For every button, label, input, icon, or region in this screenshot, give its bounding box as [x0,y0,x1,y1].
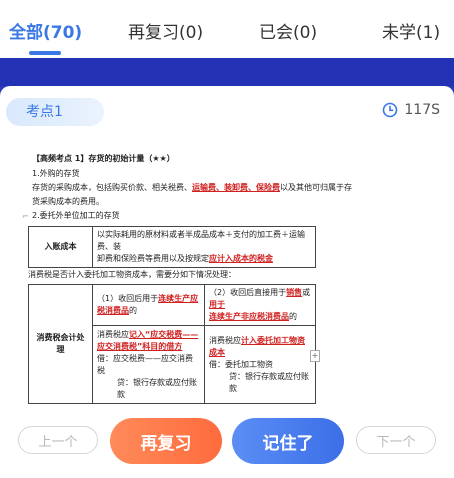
consumption-tax-table: 消费税会计处理 （1）收回后用于连续生产应 税消费品的 （2）收回后直接用于销售… [28,284,316,404]
table-cell: 消费税应计入委托加工物资成本 借：委托加工物资 贷：银行存款或应付账款 [204,325,316,404]
note-line: 2.委托外单位加工的存货 [32,211,120,220]
table-cell: （1）收回后用于连续生产应 税消费品的 [92,284,205,326]
active-tab-indicator [29,51,61,55]
note-line: 存货的采购成本，包括购买价款、相关税费、运输费、装卸费、保险费以及其他可归属于存 [32,183,352,192]
note-line: 货采购成本的费用。 [32,197,104,206]
timer-value: 117S [404,102,440,118]
tab-review-again[interactable]: 再复习(0) [128,18,203,43]
table-cell: 消费税应记入“应交税费—— 应交消费税”科目的借方 借：应交税费——应交消费税 … [92,325,205,404]
tab-not-learned[interactable]: 未学(1) [382,18,440,43]
review-again-button[interactable]: 再复习 [110,418,222,464]
cost-table: 入账成本 以实际耗用的原材料或者半成品成本＋支付的加工费＋运输费、装 卸费和保险… [28,226,316,268]
previous-button[interactable]: 上一个 [18,426,98,454]
note-title: 【高频考点 1】存货的初始计量（★★） [32,154,175,163]
table-header-cell: 消费税会计处理 [28,284,93,404]
timer: 117S [382,102,440,118]
selection-marker: ⌐ [22,212,29,221]
tab-mastered[interactable]: 已会(0) [259,18,317,43]
header-band [0,58,454,86]
flashcard: 考点1 117S 【高频考点 1】存货的初始计量（★★） 1.外购的存货 存货的… [0,86,454,478]
expand-icon[interactable]: + [310,350,320,362]
note-line: 1.外购的存货 [32,169,80,178]
remember-button[interactable]: 记住了 [232,418,344,464]
clock-icon [383,102,398,118]
next-button[interactable]: 下一个 [356,426,436,454]
note-line: 消费税是否计入委托加工物资成本，需要分如下情况处理： [28,270,236,279]
table-header-cell: 入账成本 [28,226,93,268]
table-cell: （2）收回后直接用于销售或用于 连续生产非应税消费品的 [204,284,316,326]
knowledge-point-badge: 考点1 [6,98,104,126]
table-cell: 以实际耗用的原材料或者半成品成本＋支付的加工费＋运输费、装 卸费和保险费等费用以… [92,226,316,268]
tab-all[interactable]: 全部(70) [9,18,82,43]
tab-bar: 全部(70) 再复习(0) 已会(0) 未学(1) [0,0,454,58]
